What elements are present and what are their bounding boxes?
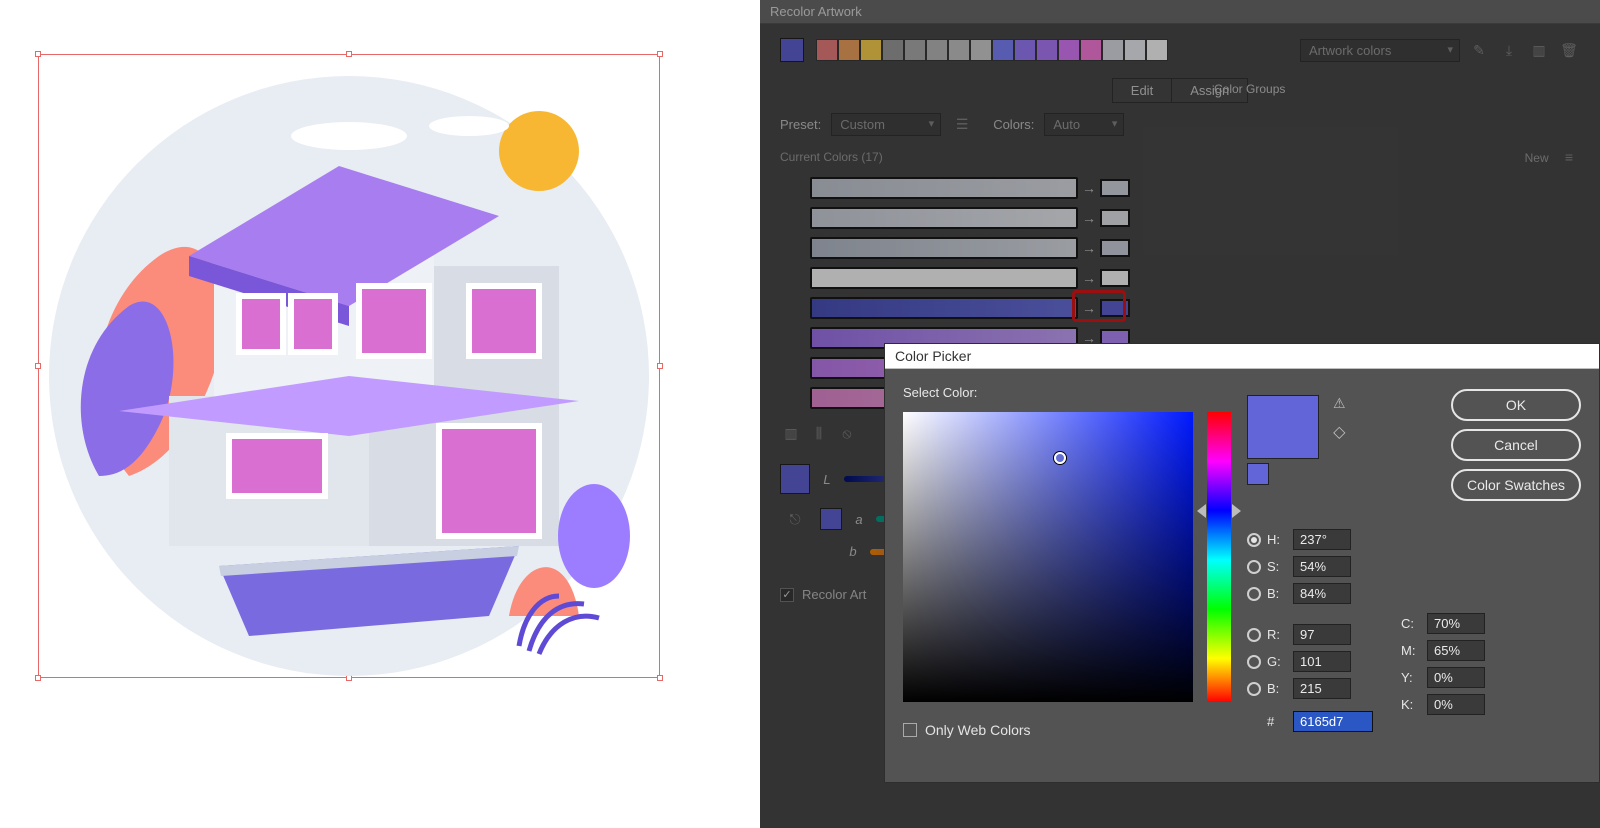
- adjust-swatch[interactable]: [820, 508, 842, 530]
- save-group-icon[interactable]: ⤓: [1498, 39, 1520, 61]
- panel-title: Recolor Artwork: [760, 0, 1600, 24]
- row-options-icon[interactable]: ≡: [1558, 146, 1580, 168]
- only-web-colors-label: Only Web Colors: [925, 722, 1031, 738]
- preset-options-icon[interactable]: ☰: [951, 114, 973, 136]
- color-groups-panel: Color Groups: [1200, 72, 1580, 106]
- artwork-colors-dropdown[interactable]: Artwork colors: [1300, 39, 1460, 62]
- current-color-bar[interactable]: [810, 237, 1078, 259]
- s-input[interactable]: [1293, 556, 1351, 577]
- hue-slider[interactable]: [1207, 412, 1231, 702]
- color-swatches-button[interactable]: Color Swatches: [1451, 469, 1581, 501]
- preset-label: Preset:: [780, 117, 821, 132]
- checkbox-icon[interactable]: [903, 723, 917, 737]
- arrow-icon: →: [1078, 240, 1100, 256]
- current-color-swatch-large[interactable]: [780, 464, 810, 494]
- current-color-bar[interactable]: [810, 207, 1078, 229]
- arrow-icon: →: [1078, 270, 1100, 286]
- colors-label: Colors:: [993, 117, 1034, 132]
- artwork-colors-label: Artwork colors: [1309, 43, 1391, 58]
- only-web-colors-checkbox[interactable]: Only Web Colors: [903, 722, 1231, 738]
- color-row[interactable]: →: [810, 234, 1580, 262]
- slider-b-label: b: [846, 544, 860, 559]
- recolor-art-label: Recolor Art: [802, 587, 866, 602]
- tab-edit[interactable]: Edit: [1112, 78, 1172, 103]
- house-illustration: [39, 55, 659, 677]
- g-input[interactable]: [1293, 651, 1351, 672]
- separate-icon[interactable]: ⫼: [808, 422, 830, 444]
- hue-slider-handle-icon[interactable]: [1232, 504, 1241, 518]
- new-color-swatch[interactable]: [1100, 269, 1130, 287]
- color-spectrum[interactable]: [903, 412, 1193, 702]
- arrow-icon: →: [1078, 300, 1100, 316]
- ok-button[interactable]: OK: [1451, 389, 1581, 421]
- radio-h[interactable]: [1247, 533, 1261, 547]
- cancel-button[interactable]: Cancel: [1451, 429, 1581, 461]
- preset-row: Preset: Custom ☰ Colors: Auto: [780, 113, 1580, 136]
- bch-input[interactable]: [1293, 678, 1351, 699]
- exclude-icon[interactable]: ⦸: [836, 422, 858, 444]
- link-colors-icon[interactable]: ⎋: [780, 508, 810, 530]
- m-input[interactable]: [1427, 640, 1485, 661]
- radio-s[interactable]: [1247, 560, 1261, 574]
- new-color-swatch[interactable]: [1100, 299, 1130, 317]
- color-row[interactable]: →: [810, 264, 1580, 292]
- k-input[interactable]: [1427, 694, 1485, 715]
- colors-dropdown[interactable]: Auto: [1044, 113, 1124, 136]
- radio-b[interactable]: [1247, 587, 1261, 601]
- hsb-rgb-column: H: S: B: R: G: B: #: [1247, 529, 1373, 732]
- spectrum-cursor-icon[interactable]: [1054, 452, 1066, 464]
- slider-l-label: L: [820, 472, 834, 487]
- current-colors-label: Current Colors (17): [780, 150, 883, 164]
- hex-input[interactable]: [1293, 711, 1373, 732]
- new-color-swatch[interactable]: [1100, 239, 1130, 257]
- trash-icon[interactable]: 🗑: [1558, 39, 1580, 61]
- selection-bounding-box[interactable]: [38, 54, 660, 678]
- current-colors-header: Current Colors (17) New ≡: [780, 146, 1580, 168]
- cmyk-column: C: M: Y: K:: [1401, 613, 1485, 732]
- active-color-swatch[interactable]: [780, 38, 804, 62]
- current-color-preview: [1247, 463, 1269, 485]
- current-color-bar[interactable]: [810, 297, 1078, 319]
- color-row[interactable]: →: [810, 204, 1580, 232]
- r-input[interactable]: [1293, 624, 1351, 645]
- b-input[interactable]: [1293, 583, 1351, 604]
- color-row[interactable]: →: [810, 294, 1580, 322]
- color-groups-label: Color Groups: [1214, 82, 1285, 96]
- merge-icon[interactable]: ▥: [780, 422, 802, 444]
- arrow-icon: →: [1078, 180, 1100, 196]
- arrow-icon: →: [1078, 210, 1100, 226]
- color-row[interactable]: →: [810, 174, 1580, 202]
- web-safe-icon[interactable]: ◇: [1333, 422, 1345, 442]
- slider-a-label: a: [852, 512, 866, 527]
- c-input[interactable]: [1427, 613, 1485, 634]
- radio-r[interactable]: [1247, 628, 1261, 642]
- y-input[interactable]: [1427, 667, 1485, 688]
- current-color-bar[interactable]: [810, 177, 1078, 199]
- radio-bch[interactable]: [1247, 682, 1261, 696]
- canvas-area[interactable]: [0, 0, 760, 828]
- out-of-gamut-icon[interactable]: ⚠: [1333, 395, 1346, 412]
- eyedropper-icon[interactable]: ✎: [1468, 39, 1490, 61]
- hue-slider-handle-icon[interactable]: [1197, 504, 1206, 518]
- radio-g[interactable]: [1247, 655, 1261, 669]
- new-label: New: [1525, 151, 1549, 165]
- checkbox-icon[interactable]: ✓: [780, 588, 794, 602]
- color-picker-title: Color Picker: [885, 344, 1599, 369]
- panel-top-row: Artwork colors ✎ ⤓ ▥ 🗑: [760, 24, 1600, 72]
- new-color-swatch[interactable]: [1100, 209, 1130, 227]
- select-color-label: Select Color:: [903, 385, 1231, 400]
- folder-icon[interactable]: ▥: [1528, 39, 1550, 61]
- new-color-preview: [1247, 395, 1319, 459]
- current-color-bar[interactable]: [810, 267, 1078, 289]
- artwork-swatch-strip[interactable]: [816, 39, 1168, 61]
- color-picker-dialog: Color Picker Select Color: Only Web Colo…: [884, 343, 1600, 783]
- h-input[interactable]: [1293, 529, 1351, 550]
- preset-dropdown[interactable]: Custom: [831, 113, 941, 136]
- new-color-swatch[interactable]: [1100, 179, 1130, 197]
